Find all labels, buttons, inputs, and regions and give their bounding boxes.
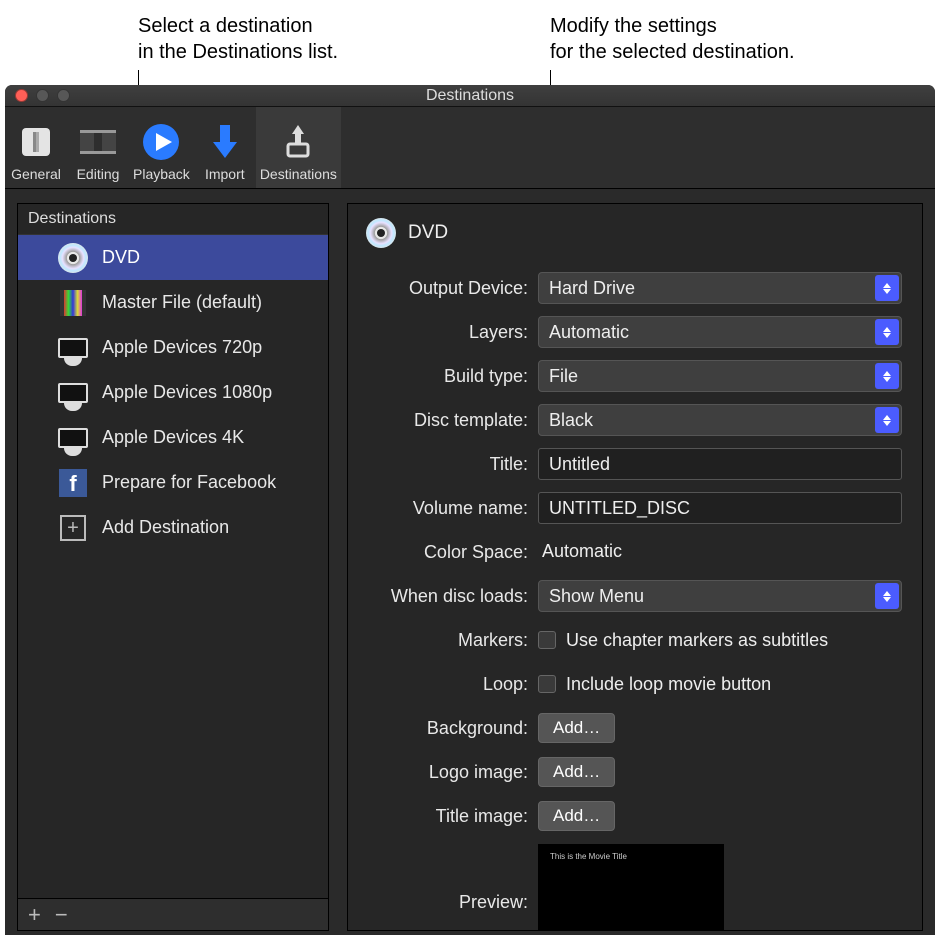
layers-value: Automatic xyxy=(549,322,629,343)
markers-checkbox-label: Use chapter markers as subtitles xyxy=(566,630,828,651)
when-disc-loads-value: Show Menu xyxy=(549,586,644,607)
tab-destinations-label: Destinations xyxy=(260,166,337,182)
output-device-dropdown[interactable]: Hard Drive xyxy=(538,272,902,304)
tab-playback[interactable]: Playback xyxy=(129,107,194,188)
dvd-icon xyxy=(366,218,396,248)
annotation-left: Select a destination in the Destinations… xyxy=(138,13,338,65)
sidebar-item-label: Apple Devices 1080p xyxy=(102,382,272,403)
chevron-updown-icon xyxy=(875,407,899,433)
destination-settings-panel: DVD Output Device: Hard Drive Layers: Au… xyxy=(347,203,923,931)
label-when-disc-loads: When disc loads: xyxy=(366,586,538,607)
label-title-image: Title image: xyxy=(366,806,538,827)
facebook-icon: f xyxy=(58,468,88,498)
label-output-device: Output Device: xyxy=(366,278,538,299)
panel-header: DVD xyxy=(366,218,902,248)
sidebar-item-label: Master File (default) xyxy=(102,292,262,313)
sidebar-item-label: Prepare for Facebook xyxy=(102,472,276,493)
label-title: Title: xyxy=(366,454,538,475)
traffic-lights xyxy=(15,89,70,102)
sidebar-item-master-file[interactable]: Master File (default) xyxy=(18,280,328,325)
label-loop: Loop: xyxy=(366,674,538,695)
when-disc-loads-dropdown[interactable]: Show Menu xyxy=(538,580,902,612)
editing-icon xyxy=(78,122,118,162)
title-input[interactable] xyxy=(538,448,902,480)
destinations-sidebar: Destinations DVD Master File (default) A… xyxy=(17,203,329,931)
tab-destinations[interactable]: Destinations xyxy=(256,107,341,188)
color-space-value: Automatic xyxy=(538,541,622,561)
tab-editing[interactable]: Editing xyxy=(67,107,129,188)
label-color-space: Color Space: xyxy=(366,542,538,563)
logo-image-add-button[interactable]: Add… xyxy=(538,757,615,787)
sidebar-item-label: Apple Devices 4K xyxy=(102,427,244,448)
label-volume-name: Volume name: xyxy=(366,498,538,519)
sidebar-item-dvd[interactable]: DVD xyxy=(18,235,328,280)
chevron-updown-icon xyxy=(875,319,899,345)
titlebar: Destinations xyxy=(5,85,935,107)
window-title: Destinations xyxy=(426,87,514,105)
chevron-updown-icon xyxy=(875,583,899,609)
title-image-add-button[interactable]: Add… xyxy=(538,801,615,831)
tab-general-label: General xyxy=(11,166,61,182)
loop-checkbox[interactable] xyxy=(538,675,556,693)
chevron-updown-icon xyxy=(875,363,899,389)
label-preview: Preview: xyxy=(366,844,538,913)
tab-playback-label: Playback xyxy=(133,166,190,182)
build-type-value: File xyxy=(549,366,578,387)
maximize-button[interactable] xyxy=(57,89,70,102)
preview-inner-title: This is the Movie Title xyxy=(550,852,627,861)
label-disc-template: Disc template: xyxy=(366,410,538,431)
markers-checkbox[interactable] xyxy=(538,631,556,649)
loop-checkbox-label: Include loop movie button xyxy=(566,674,771,695)
devices-icon xyxy=(58,423,88,453)
devices-icon xyxy=(58,378,88,408)
sidebar-list: DVD Master File (default) Apple Devices … xyxy=(18,235,328,898)
sidebar-item-label: Add Destination xyxy=(102,517,229,538)
sidebar-header: Destinations xyxy=(18,204,328,235)
build-type-dropdown[interactable]: File xyxy=(538,360,902,392)
add-destination-button[interactable]: + xyxy=(28,902,41,928)
sidebar-item-facebook[interactable]: f Prepare for Facebook xyxy=(18,460,328,505)
layers-dropdown[interactable]: Automatic xyxy=(538,316,902,348)
volume-name-input[interactable] xyxy=(538,492,902,524)
sidebar-item-apple-4k[interactable]: Apple Devices 4K xyxy=(18,415,328,460)
sidebar-item-add-destination[interactable]: + Add Destination xyxy=(18,505,328,550)
sidebar-item-apple-1080p[interactable]: Apple Devices 1080p xyxy=(18,370,328,415)
preferences-window: Destinations General Editing Playback Im… xyxy=(5,85,935,935)
tab-editing-label: Editing xyxy=(77,166,120,182)
chevron-updown-icon xyxy=(875,275,899,301)
destinations-icon xyxy=(278,122,318,162)
sidebar-footer: + − xyxy=(18,898,328,930)
plus-icon: + xyxy=(58,513,88,543)
tab-general[interactable]: General xyxy=(5,107,67,188)
disc-template-dropdown[interactable]: Black xyxy=(538,404,902,436)
master-file-icon xyxy=(58,288,88,318)
tab-import[interactable]: Import xyxy=(194,107,256,188)
label-layers: Layers: xyxy=(366,322,538,343)
sidebar-item-label: Apple Devices 720p xyxy=(102,337,262,358)
output-device-value: Hard Drive xyxy=(549,278,635,299)
preview-thumbnail: This is the Movie Title xyxy=(538,844,724,931)
label-background: Background: xyxy=(366,718,538,739)
panel-title: DVD xyxy=(408,222,448,244)
label-logo-image: Logo image: xyxy=(366,762,538,783)
general-icon xyxy=(16,122,56,162)
prefs-toolbar: General Editing Playback Import Destinat… xyxy=(5,107,935,189)
playback-icon xyxy=(141,122,181,162)
sidebar-item-label: DVD xyxy=(102,247,140,268)
label-build-type: Build type: xyxy=(366,366,538,387)
close-button[interactable] xyxy=(15,89,28,102)
tab-import-label: Import xyxy=(205,166,245,182)
annotation-right: Modify the settings for the selected des… xyxy=(550,13,795,65)
dvd-icon xyxy=(58,243,88,273)
label-markers: Markers: xyxy=(366,630,538,651)
remove-destination-button[interactable]: − xyxy=(55,902,68,928)
minimize-button[interactable] xyxy=(36,89,49,102)
background-add-button[interactable]: Add… xyxy=(538,713,615,743)
sidebar-item-apple-720p[interactable]: Apple Devices 720p xyxy=(18,325,328,370)
disc-template-value: Black xyxy=(549,410,593,431)
devices-icon xyxy=(58,333,88,363)
import-icon xyxy=(205,122,245,162)
